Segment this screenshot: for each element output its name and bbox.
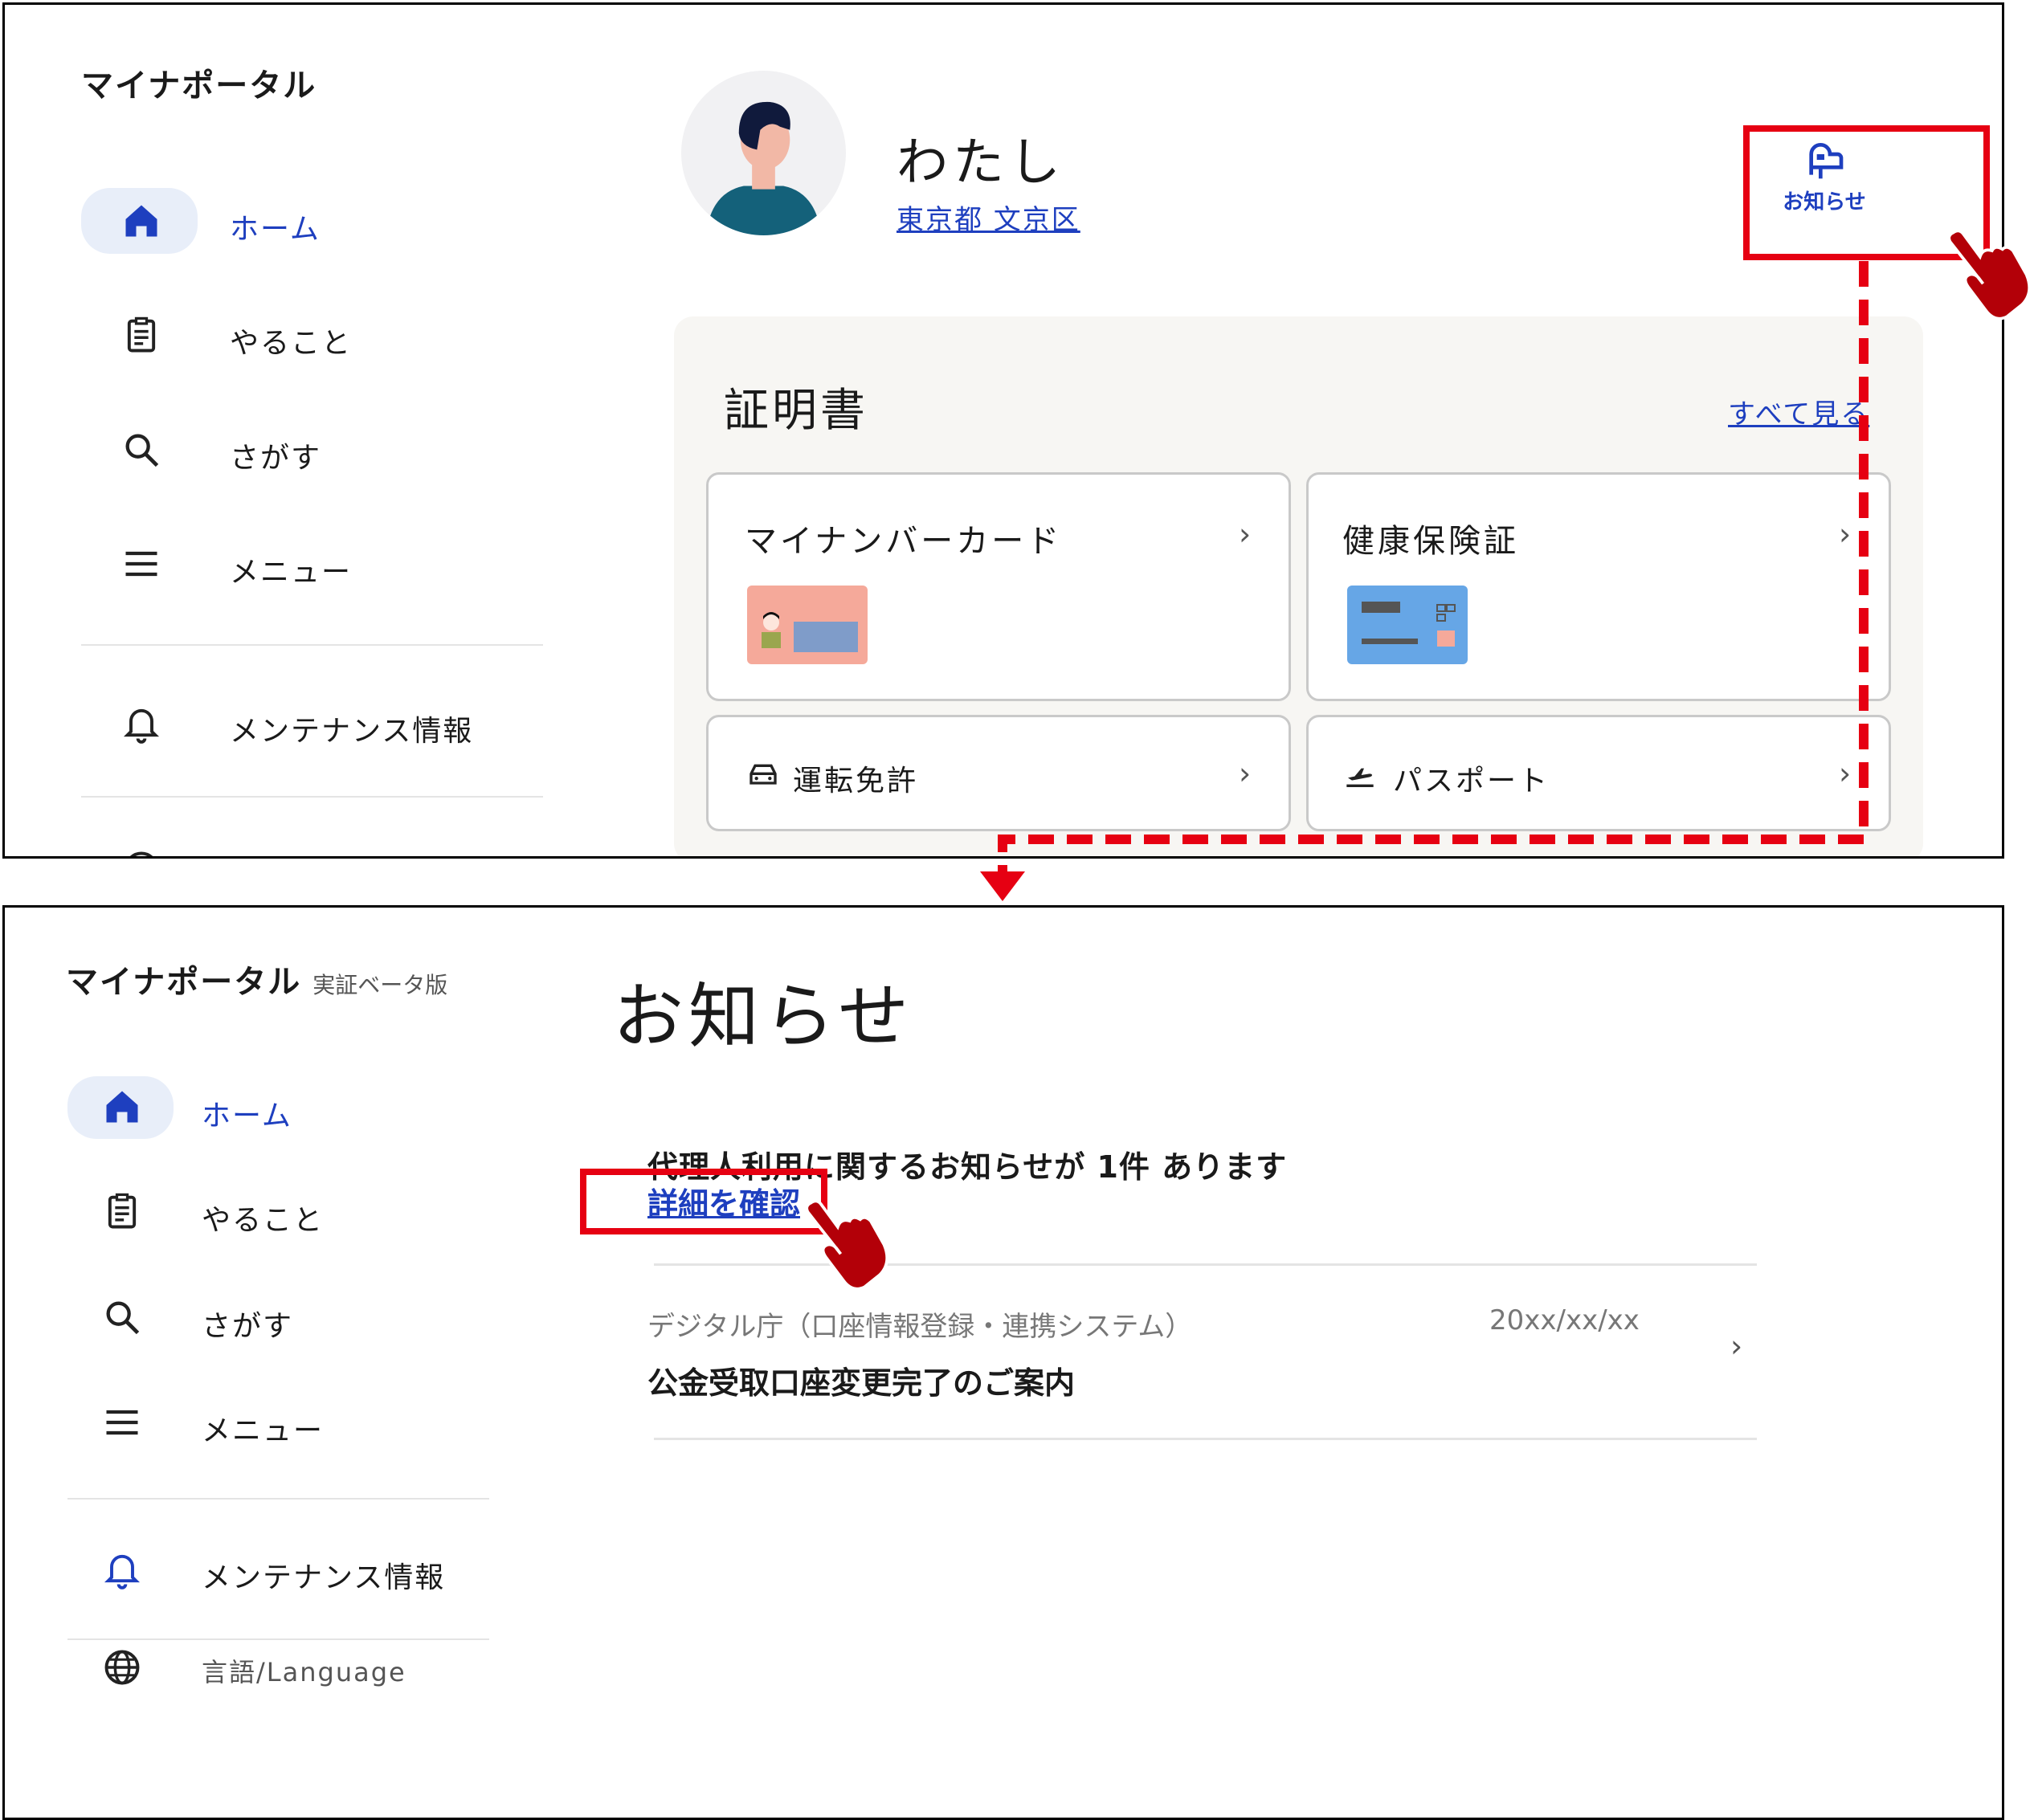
pointing-hand-cursor-icon [805, 1199, 889, 1291]
app-logo-text: マイナポータル [66, 964, 302, 1001]
nav-divider [67, 1498, 489, 1500]
nav-item-search[interactable]: さがす [202, 1303, 293, 1345]
menu-icon [106, 1410, 138, 1435]
notification-sender: デジタル庁（口座情報登録・連携システム） [647, 1311, 1193, 1343]
nav-item-language[interactable]: 言語/Language [202, 1652, 406, 1689]
home-icon [106, 1091, 138, 1123]
clipboard-icon [108, 1193, 137, 1229]
app-logo: マイナポータル 実証ベータ版 [66, 956, 447, 1002]
search-icon [106, 1301, 140, 1335]
beta-badge: 実証ベータ版 [312, 972, 448, 998]
nav-item-menu[interactable]: メニュー [202, 1407, 324, 1449]
notices-screen-panel: マイナポータル 実証ベータ版 ホーム やること さがす メニュー メンテナンス情報… [2, 905, 2004, 1820]
chevron-right-icon: › [1730, 1328, 1743, 1364]
list-divider-bottom [654, 1438, 1757, 1440]
nav-divider-2 [67, 1638, 489, 1640]
notification-subject: 公金受取口座変更完了のご案内 [647, 1365, 1076, 1401]
globe-icon [104, 1650, 140, 1685]
nav-item-maintenance[interactable]: メンテナンス情報 [202, 1554, 445, 1596]
page-title: お知らせ [613, 975, 914, 1058]
nav-item-todo[interactable]: やること [202, 1197, 324, 1238]
nav-item-home[interactable]: ホーム [202, 1092, 292, 1134]
flow-connector-arrow [980, 261, 1869, 901]
bell-icon [104, 1554, 141, 1589]
detail-link-highlight [580, 1169, 827, 1234]
pointing-hand-cursor-icon [1947, 229, 2032, 320]
notification-date: 20xx/xx/xx [1489, 1304, 1640, 1336]
